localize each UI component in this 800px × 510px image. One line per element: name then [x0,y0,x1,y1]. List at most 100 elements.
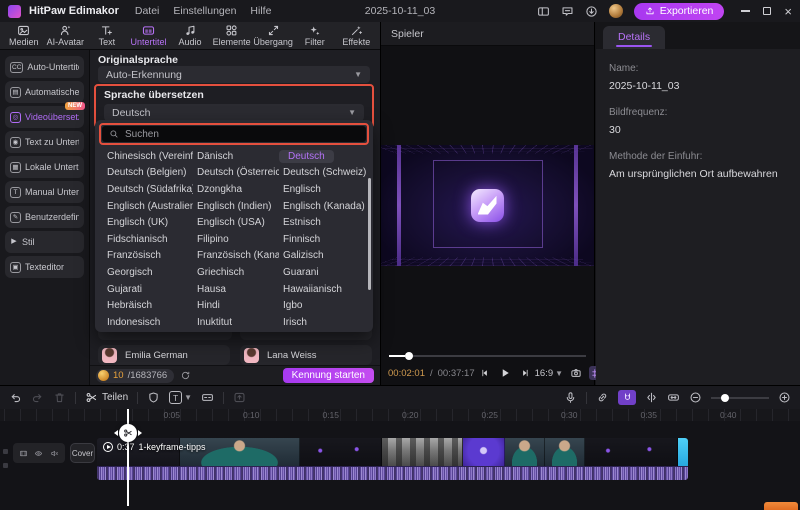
sidebar-item-lokale-untertitel[interactable]: ▦ Lokale Unterti... [5,156,84,178]
language-option[interactable]: Englisch (Kanada) [279,200,369,213]
language-option[interactable]: Filipino [193,233,233,246]
zoom-out-icon[interactable] [689,391,702,404]
language-option[interactable]: Hawaiianisch [279,283,346,296]
magnet-snap-icon[interactable] [618,390,636,405]
language-option[interactable]: Hausa [193,283,230,296]
tab-medien[interactable]: Medien [3,24,45,47]
language-option[interactable]: Griechisch [193,266,248,279]
language-option[interactable]: Indonesisch [103,316,164,329]
tab-details[interactable]: Details [603,26,666,49]
tab-untertitel[interactable]: Untertitel [128,24,170,47]
previous-frame-icon[interactable] [480,368,490,378]
language-option[interactable]: Englisch (Indien) [193,200,275,213]
tab-effekte[interactable]: Effekte [336,24,378,47]
fit-timeline-icon[interactable] [667,391,680,404]
language-option[interactable]: Chinesisch (Vereinfa... [103,150,193,163]
language-option[interactable]: Deutsch (Südafrika) [103,183,193,196]
tab-text[interactable]: Text [86,24,128,47]
language-option[interactable]: Hindi [193,299,224,312]
source-language-select[interactable]: Auto-Erkennung ▼ [98,66,370,83]
language-option[interactable]: Deutsch (Österreich) [193,166,279,179]
language-option[interactable]: Englisch (UK) [103,216,172,229]
maximize-icon[interactable] [763,7,772,15]
download-icon[interactable] [585,5,598,18]
sidebar-item-text-zu-untertitel[interactable]: ◉ Text zu Untert... [5,131,84,153]
language-option[interactable]: Englisch [279,183,325,196]
track-side-buttons[interactable] [1,445,10,499]
cover-button[interactable]: Cover [70,443,95,463]
language-option[interactable]: Deutsch (Schweiz) [279,166,369,179]
sidebar-item-stil[interactable]: ▶ Stil [5,231,84,253]
language-option[interactable]: Französisch (Kanada) [193,249,279,262]
language-option[interactable]: Estnisch [279,216,325,229]
aspect-ratio-select[interactable]: 16:9 ▼ [535,368,563,379]
video-clip[interactable]: 0:37 1-keyframe-tipps [97,438,688,480]
mute-speaker-icon[interactable] [50,449,59,458]
minimize-icon[interactable] [741,10,751,12]
language-option[interactable]: Englisch (USA) [193,216,269,229]
language-option[interactable]: Irisch [279,316,311,329]
sidebar-item-videouebersetzer[interactable]: ◎ Videoübersetzer NEW [5,102,85,128]
menu-hilfe[interactable]: Hilfe [250,5,271,17]
language-option[interactable]: Deutsch [279,149,334,163]
next-frame-icon[interactable] [520,368,530,378]
undo-icon[interactable] [9,391,22,404]
language-option[interactable]: Galizisch [279,249,328,262]
seek-bar[interactable] [389,352,586,360]
language-option[interactable]: Hebräisch [103,299,156,312]
scrollbar[interactable] [368,178,371,290]
sidebar-item-texteditor[interactable]: ▣ Texteditor [5,256,84,278]
refresh-icon[interactable] [180,370,191,381]
language-option[interactable]: Dzongkha [193,183,246,196]
seek-handle[interactable] [404,352,413,360]
zoom-slider[interactable] [711,393,769,402]
language-option[interactable]: Guarani [279,266,323,279]
user-avatar[interactable] [608,4,623,18]
playhead-scissors-handle[interactable] [114,424,142,442]
link-icon[interactable] [596,391,609,404]
language-option[interactable]: Igbo [279,299,306,312]
voice-card[interactable]: Lana Weiss [240,345,372,365]
timeline-ruler[interactable]: 0:05 0:10 0:15 0:20 0:25 0:30 0:35 0:40 [0,409,800,421]
language-option[interactable]: Englisch (Australien) [103,200,193,213]
play-icon[interactable] [499,367,511,379]
start-recognition-button[interactable]: Kennung starten [282,368,374,383]
sidebar-item-automatische[interactable]: ▤ Automatische ... [5,81,84,103]
zoom-slider-handle[interactable] [721,393,729,402]
close-icon[interactable]: × [784,5,792,18]
split-button[interactable]: Teilen [85,391,128,404]
language-option[interactable]: Deutsch (Belgien) [103,166,190,179]
menu-datei[interactable]: Datei [135,5,160,17]
tab-uebergang[interactable]: Übergang [252,24,294,47]
language-option[interactable]: Dänisch [193,150,237,163]
export-tray-icon[interactable] [233,391,246,404]
target-language-select[interactable]: Deutsch ▼ [104,104,364,121]
sidebar-item-auto-untertitel[interactable]: CC Auto-Untertitel [5,56,84,78]
eye-icon[interactable] [34,449,43,458]
clear-subtitle-icon[interactable] [201,391,214,404]
tab-ai-avatar[interactable]: AI-Avatar [45,24,87,47]
snapshot-camera-icon[interactable] [570,367,582,379]
language-option[interactable]: Fidschianisch [103,233,172,246]
language-option[interactable]: Inuktitut [193,316,236,329]
feedback-icon[interactable] [561,5,574,18]
microphone-icon[interactable] [564,391,577,404]
shield-icon[interactable] [147,391,160,404]
film-track-icon[interactable] [19,449,28,458]
menu-einstellungen[interactable]: Einstellungen [173,5,236,17]
tab-filter[interactable]: Filter [294,24,336,47]
language-option[interactable]: Französisch [103,249,165,262]
tab-elemente[interactable]: Elemente [211,24,253,47]
language-option[interactable]: Finnisch [279,233,324,246]
export-button[interactable]: Exportieren [633,2,725,20]
trash-icon[interactable] [53,391,66,404]
zoom-in-icon[interactable] [778,391,791,404]
tab-audio[interactable]: Audio [169,24,211,47]
text-track-button[interactable]: T ▼ [169,391,192,404]
language-option[interactable]: Georgisch [103,266,157,279]
layout-icon[interactable] [537,5,550,18]
voice-card[interactable]: Emilia German [98,345,230,365]
video-preview[interactable] [381,145,594,266]
split-view-icon[interactable] [645,391,658,404]
sidebar-item-manual-untertitel[interactable]: T Manual Unter... [5,181,84,203]
